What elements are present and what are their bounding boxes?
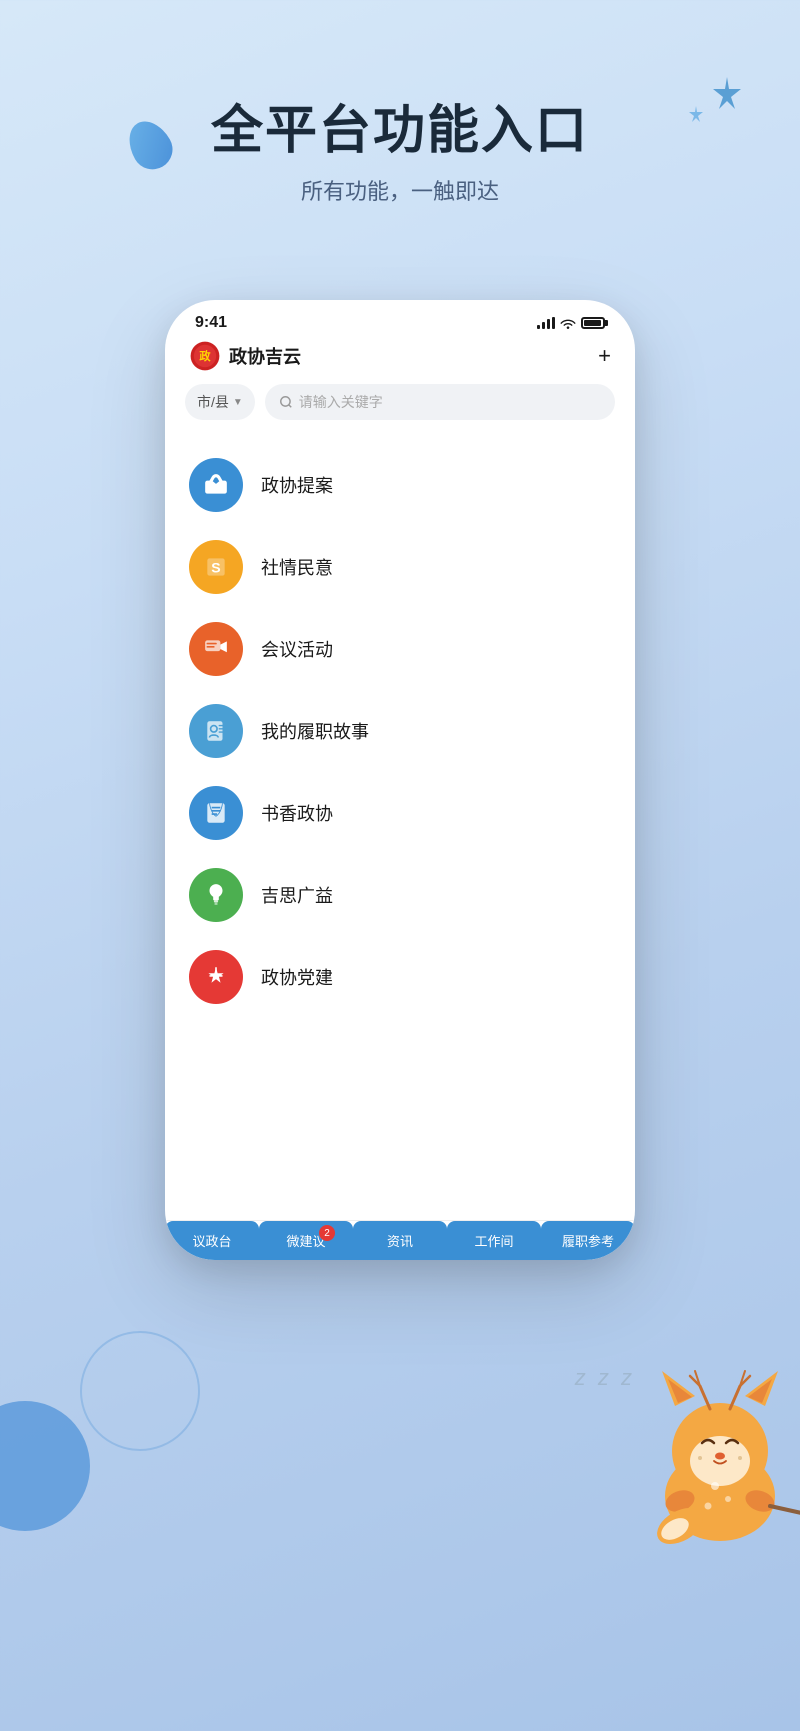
proposal-label: 政协提案 (261, 472, 333, 498)
main-title: 全平台功能入口 (0, 100, 800, 162)
menu-item-story[interactable]: 我的履职故事 (165, 690, 635, 772)
phone-notch (340, 300, 460, 328)
public-opinion-icon-circle: S (189, 540, 243, 594)
signal-icon (537, 317, 555, 329)
search-placeholder: 请输入关键字 (299, 392, 383, 412)
menu-list: 政协提案 S 社情民意 会议活动 (165, 436, 635, 1026)
suggestion-badge: 2 (319, 1225, 335, 1241)
tab-reference-label: 履职参考 (562, 1231, 614, 1250)
meeting-icon-circle (189, 622, 243, 676)
chevron-down-icon: ▼ (233, 397, 243, 408)
fox-mascot (620, 1351, 800, 1551)
menu-item-proposal[interactable]: 政协提案 (165, 444, 635, 526)
public-opinion-label: 社情民意 (261, 554, 333, 580)
party-icon-circle (189, 950, 243, 1004)
app-title: 政协吉云 (229, 343, 301, 369)
tab-reference[interactable]: 履职参考 (541, 1221, 635, 1260)
story-label: 我的履职故事 (261, 718, 369, 744)
party-label: 政协党建 (261, 964, 333, 990)
app-emblem-icon: 政 (189, 340, 221, 372)
header-area: 全平台功能入口 所有功能，一触即达 (0, 100, 800, 206)
meeting-icon (203, 636, 229, 662)
meeting-label: 会议活动 (261, 636, 333, 662)
location-label: 市/县 (197, 392, 229, 412)
background-curve (80, 1331, 200, 1451)
background-blob (0, 1401, 90, 1531)
menu-item-public-opinion[interactable]: S 社情民意 (165, 526, 635, 608)
tab-yizheng[interactable]: 议政台 (165, 1221, 259, 1260)
app-header: 政 政协吉云 + (165, 332, 635, 384)
search-icon (279, 395, 293, 409)
book-icon (203, 800, 229, 826)
tab-news-label: 资讯 (387, 1231, 413, 1250)
location-selector[interactable]: 市/县 ▼ (185, 384, 255, 420)
tab-suggestion[interactable]: 微建议 2 (259, 1221, 353, 1260)
menu-item-wisdom[interactable]: 吉思广益 (165, 854, 635, 936)
bottom-nav: 议政台 微建议 2 资讯 工作间 履职参考 (165, 1220, 635, 1260)
svg-text:政: 政 (199, 349, 211, 363)
proposal-icon-circle (189, 458, 243, 512)
wisdom-label: 吉思广益 (261, 882, 333, 908)
wisdom-icon (203, 882, 229, 908)
menu-item-party[interactable]: 政协党建 (165, 936, 635, 1018)
search-area: 市/县 ▼ 请输入关键字 (165, 384, 635, 436)
battery-icon (581, 317, 605, 329)
story-icon (203, 718, 229, 744)
tab-yizheng-label: 议政台 (192, 1231, 231, 1250)
zzz-decoration: z z z (575, 1365, 635, 1391)
menu-item-book[interactable]: 书香政协 (165, 772, 635, 854)
public-opinion-icon: S (203, 554, 229, 580)
wisdom-icon-circle (189, 868, 243, 922)
svg-text:S: S (211, 559, 220, 575)
party-icon (203, 964, 229, 990)
book-label: 书香政协 (261, 800, 333, 826)
tab-workspace-label: 工作间 (474, 1231, 513, 1250)
tab-news[interactable]: 资讯 (353, 1221, 447, 1260)
story-icon-circle (189, 704, 243, 758)
sub-title: 所有功能，一触即达 (0, 174, 800, 206)
book-icon-circle (189, 786, 243, 840)
phone-mockup: 9:41 政 政 (165, 300, 635, 1260)
tab-workspace[interactable]: 工作间 (447, 1221, 541, 1260)
app-logo-area: 政 政协吉云 (189, 340, 301, 372)
proposal-icon (203, 472, 229, 498)
status-time: 9:41 (195, 314, 227, 332)
search-box[interactable]: 请输入关键字 (265, 384, 615, 420)
status-icons (537, 317, 605, 329)
menu-item-meeting[interactable]: 会议活动 (165, 608, 635, 690)
wifi-icon (560, 317, 576, 329)
add-button[interactable]: + (598, 343, 611, 369)
